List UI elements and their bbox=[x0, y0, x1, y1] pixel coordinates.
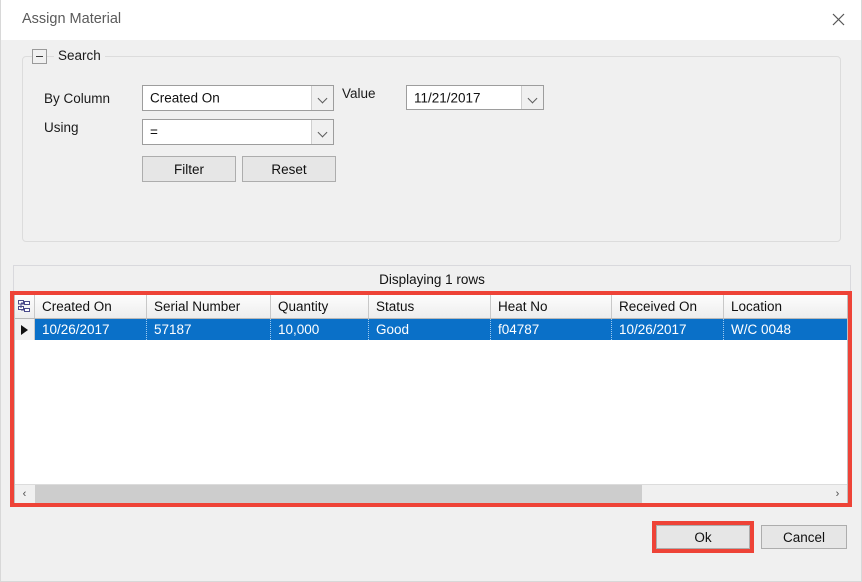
table-row[interactable]: 10/26/2017 57187 10,000 Good f04787 10/26/201… bbox=[15, 319, 847, 340]
titlebar: Assign Material bbox=[1, 0, 861, 40]
grid-select-all-icon[interactable] bbox=[15, 295, 35, 318]
by-column-select-value: Created On bbox=[150, 90, 220, 106]
using-select-value: = bbox=[150, 124, 158, 140]
column-header-status[interactable]: Status bbox=[369, 295, 491, 318]
ok-button[interactable]: Ok bbox=[656, 525, 750, 549]
value-select[interactable]: 11/21/2017 bbox=[406, 85, 544, 110]
scrollbar-thumb[interactable] bbox=[35, 485, 642, 503]
column-header-location[interactable]: Location bbox=[724, 295, 847, 318]
results-count-panel: Displaying 1 rows bbox=[13, 265, 851, 293]
results-count-text: Displaying 1 rows bbox=[379, 272, 485, 287]
by-column-label: By Column bbox=[44, 91, 111, 106]
cell-quantity[interactable]: 10,000 bbox=[271, 319, 369, 340]
scroll-right-icon[interactable]: › bbox=[828, 485, 847, 503]
cell-location[interactable]: W/C 0048 bbox=[724, 319, 847, 340]
column-header-quantity[interactable]: Quantity bbox=[271, 295, 369, 318]
value-label: Value bbox=[342, 86, 376, 101]
column-header-received-on[interactable]: Received On bbox=[612, 295, 724, 318]
chevron-down-icon[interactable] bbox=[311, 120, 333, 144]
chevron-down-icon[interactable] bbox=[311, 86, 333, 110]
reset-button[interactable]: Reset bbox=[242, 156, 336, 182]
grid-horizontal-scrollbar[interactable]: ‹ › bbox=[15, 484, 847, 503]
search-legend: Search bbox=[54, 48, 105, 63]
cancel-button[interactable]: Cancel bbox=[761, 525, 847, 549]
cell-serial-number[interactable]: 57187 bbox=[147, 319, 271, 340]
scroll-left-icon[interactable]: ‹ bbox=[15, 485, 34, 503]
material-grid[interactable]: Created On Serial Number Quantity Status Hea… bbox=[14, 294, 848, 504]
using-label: Using bbox=[44, 120, 79, 135]
search-groupbox bbox=[22, 56, 841, 242]
column-header-heat-no[interactable]: Heat No bbox=[491, 295, 612, 318]
value-select-value: 11/21/2017 bbox=[414, 90, 481, 105]
assign-material-dialog: Assign Material Search By Column Using V… bbox=[0, 0, 862, 582]
using-select[interactable]: = bbox=[142, 119, 334, 145]
minus-icon bbox=[36, 56, 43, 57]
row-arrow-icon bbox=[21, 324, 28, 335]
chevron-down-icon[interactable] bbox=[521, 86, 543, 109]
column-header-created-on[interactable]: Created On bbox=[35, 295, 147, 318]
grid-header-row: Created On Serial Number Quantity Status Hea… bbox=[15, 295, 847, 319]
cell-heat-no[interactable]: f04787 bbox=[491, 319, 612, 340]
cell-created-on[interactable]: 10/26/2017 bbox=[35, 319, 147, 340]
filter-button[interactable]: Filter bbox=[142, 156, 236, 182]
column-header-serial-number[interactable]: Serial Number bbox=[147, 295, 271, 318]
row-indicator[interactable] bbox=[15, 319, 35, 340]
by-column-select[interactable]: Created On bbox=[142, 85, 334, 111]
cell-received-on[interactable]: 10/26/2017 bbox=[612, 319, 724, 340]
window-title: Assign Material bbox=[22, 11, 122, 27]
close-icon[interactable] bbox=[815, 0, 861, 38]
search-collapse-toggle[interactable] bbox=[32, 49, 47, 64]
cell-status[interactable]: Good bbox=[369, 319, 491, 340]
